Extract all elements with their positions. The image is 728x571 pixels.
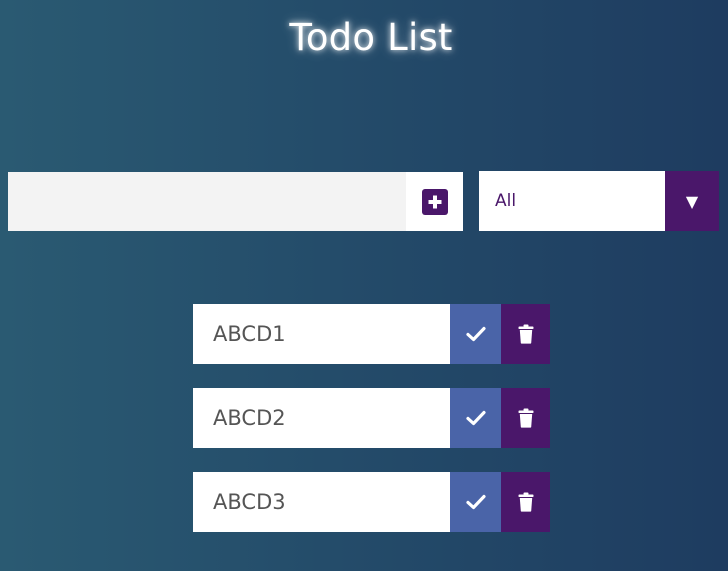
- trash-icon: [518, 492, 533, 512]
- todo-text: ABCD3: [193, 472, 450, 532]
- delete-button[interactable]: [501, 472, 550, 532]
- delete-button[interactable]: [501, 304, 550, 364]
- trash-icon: [518, 324, 533, 344]
- todo-list: ABCD1 ABCD2 ABCD3: [193, 304, 550, 556]
- todo-item: ABCD2: [193, 388, 550, 448]
- chevron-down-icon: ▼: [665, 171, 719, 231]
- filter-selected-value: All: [495, 191, 517, 211]
- todo-item: ABCD3: [193, 472, 550, 532]
- add-todo-form: [8, 172, 463, 231]
- add-todo-button[interactable]: [406, 172, 463, 231]
- check-icon: [465, 410, 486, 426]
- complete-button[interactable]: [450, 388, 501, 448]
- page-title: Todo List: [289, 16, 453, 59]
- filter-select[interactable]: All ▼: [479, 171, 719, 231]
- check-icon: [465, 326, 486, 342]
- complete-button[interactable]: [450, 472, 501, 532]
- plus-square-icon: [421, 188, 448, 215]
- todo-text: ABCD1: [193, 304, 450, 364]
- check-icon: [465, 494, 486, 510]
- complete-button[interactable]: [450, 304, 501, 364]
- delete-button[interactable]: [501, 388, 550, 448]
- todo-item: ABCD1: [193, 304, 550, 364]
- trash-icon: [518, 408, 533, 428]
- todo-input[interactable]: [8, 172, 406, 231]
- todo-text: ABCD2: [193, 388, 450, 448]
